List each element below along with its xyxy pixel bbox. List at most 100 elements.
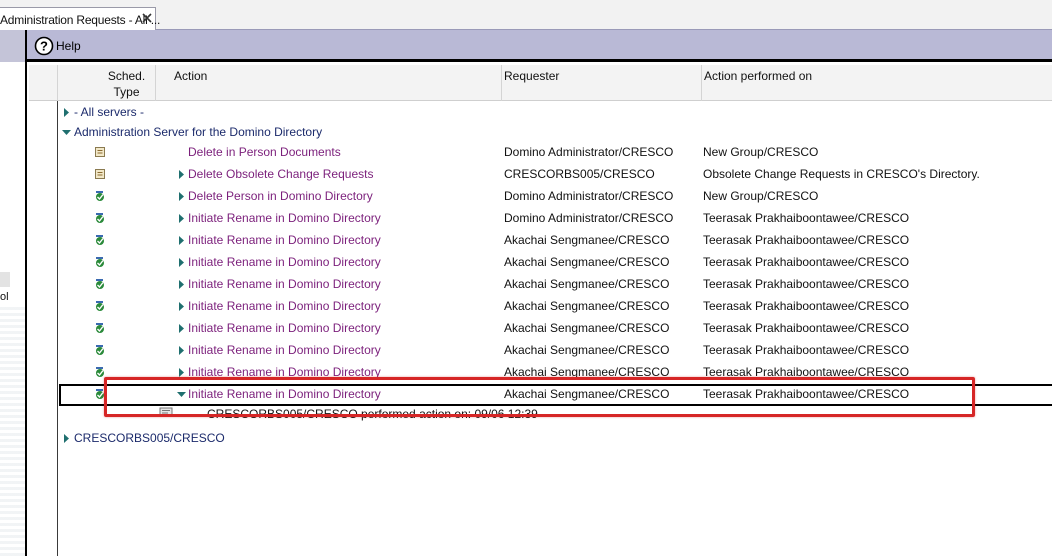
twisty-collapsed-icon[interactable] [177, 368, 186, 377]
requester-cell: Akachai Sengmanee/CRESCO [504, 299, 670, 313]
tab-admin-requests[interactable]: Administration Requests - All ... [0, 7, 160, 31]
table-row[interactable]: Initiate Rename in Domino Directory Akach… [59, 340, 1052, 362]
admin-requests-view: Sched. Type Action Requester Action perf… [29, 65, 1052, 556]
performed-on-cell: Teerasak Prakhaiboontawee/CRESCO [703, 299, 910, 313]
twisty-collapsed-icon[interactable] [62, 434, 71, 443]
navigator-item-label[interactable]: ol [0, 291, 9, 303]
table-row[interactable]: Initiate Rename in Domino Directory Akach… [59, 230, 1052, 252]
twisty-collapsed-icon[interactable] [177, 214, 186, 223]
requester-cell: Akachai Sengmanee/CRESCO [504, 343, 670, 357]
scheduled-request-icon [96, 279, 104, 289]
action-bar-left-gutter [0, 30, 27, 62]
twisty-collapsed-icon[interactable] [177, 324, 186, 333]
table-row[interactable]: Delete in Person Documents Domino Adminis… [59, 142, 1052, 164]
category-row[interactable]: - All servers - [59, 102, 1052, 124]
requester-cell: Akachai Sengmanee/CRESCO [504, 387, 670, 401]
column-header-action-performed-on[interactable]: Action performed on [702, 65, 1052, 101]
column-header-bar: Sched. Type Action Requester Action perf… [29, 65, 1052, 101]
table-row[interactable]: Initiate Rename in Domino Directory Domin… [59, 208, 1052, 230]
twisty-expanded-icon[interactable] [62, 128, 71, 137]
tab-strip: Administration Requests - All ... [0, 0, 1052, 31]
scheduled-request-icon [96, 323, 104, 333]
requester-cell: Akachai Sengmanee/CRESCO [504, 255, 670, 269]
twisty-collapsed-icon[interactable] [177, 280, 186, 289]
table-row-selected[interactable]: Initiate Rename in Domino Directory Akach… [59, 384, 1052, 406]
twisty-collapsed-icon[interactable] [177, 192, 186, 201]
table-row[interactable]: Delete Obsolete Change Requests CRESCORBS… [59, 164, 1052, 186]
requester-cell: Akachai Sengmanee/CRESCO [504, 365, 670, 379]
tab-title: Administration Requests - All ... [0, 13, 161, 27]
category-label: - All servers - [74, 105, 145, 119]
scheduled-request-icon [96, 235, 104, 245]
navigator-pane: ol [0, 62, 27, 556]
twisty-collapsed-icon[interactable] [177, 346, 186, 355]
performed-on-cell: New Group/CRESCO [703, 145, 819, 159]
action-cell: Initiate Rename in Domino Directory [188, 255, 381, 269]
requester-cell: Domino Administrator/CRESCO [504, 145, 674, 159]
action-cell: Initiate Rename in Domino Directory [188, 321, 381, 335]
performed-on-cell: New Group/CRESCO [703, 189, 819, 203]
twisty-collapsed-icon[interactable] [177, 302, 186, 311]
scheduled-request-icon [96, 345, 104, 355]
navigator-background-pattern [0, 307, 25, 556]
scheduled-request-icon [96, 301, 104, 311]
column-header-action[interactable]: Action [156, 65, 502, 101]
performed-on-cell: Obsolete Change Requests in CRESCO's Dir… [703, 167, 980, 181]
column-header-requester[interactable]: Requester [502, 65, 702, 101]
twisty-collapsed-icon[interactable] [62, 108, 71, 117]
requester-cell: Domino Administrator/CRESCO [504, 211, 674, 225]
table-row[interactable]: Initiate Rename in Domino Directory Akach… [59, 274, 1052, 296]
response-row[interactable]: CRESCORBS005/CRESCO performed action on:… [59, 406, 1052, 428]
action-cell: Initiate Rename in Domino Directory [188, 277, 381, 291]
table-row[interactable]: Initiate Rename in Domino Directory Akach… [59, 362, 1052, 384]
action-cell: Delete in Person Documents [188, 145, 341, 159]
navigator-selection [0, 272, 10, 287]
close-icon[interactable] [139, 10, 155, 26]
requester-cell: Akachai Sengmanee/CRESCO [504, 321, 670, 335]
requester-cell: CRESCORBS005/CRESCO [504, 167, 655, 181]
response-doc-icon [159, 407, 173, 417]
immediate-request-icon [95, 169, 105, 179]
scheduled-request-icon [96, 389, 104, 399]
performed-on-cell: Teerasak Prakhaiboontawee/CRESCO [703, 365, 910, 379]
response-text: CRESCORBS005/CRESCO performed action on:… [207, 407, 538, 421]
performed-on-cell: Teerasak Prakhaiboontawee/CRESCO [703, 255, 910, 269]
action-cell: Delete Obsolete Change Requests [188, 167, 374, 181]
action-cell: Delete Person in Domino Directory [188, 189, 373, 203]
help-label: Help [56, 39, 81, 53]
twisty-collapsed-icon[interactable] [177, 236, 186, 245]
svg-text:?: ? [40, 39, 48, 54]
immediate-request-icon [95, 147, 105, 157]
action-bar: ? Help [0, 30, 1052, 62]
action-cell: Initiate Rename in Domino Directory [188, 387, 381, 401]
category-row[interactable]: CRESCORBS005/CRESCO [59, 428, 1052, 450]
selection-margin [57, 101, 58, 556]
performed-on-cell: Teerasak Prakhaiboontawee/CRESCO [703, 211, 910, 225]
column-header-margin [29, 65, 58, 101]
twisty-collapsed-icon[interactable] [177, 258, 186, 267]
table-row[interactable]: Initiate Rename in Domino Directory Akach… [59, 318, 1052, 340]
requester-cell: Akachai Sengmanee/CRESCO [504, 277, 670, 291]
category-row[interactable]: Administration Server for the Domino Dir… [59, 122, 1052, 144]
performed-on-cell: Teerasak Prakhaiboontawee/CRESCO [703, 343, 910, 357]
category-label: CRESCORBS005/CRESCO [74, 431, 225, 445]
requester-cell: Domino Administrator/CRESCO [504, 189, 674, 203]
twisty-expanded-icon[interactable] [177, 390, 186, 399]
table-row[interactable]: Initiate Rename in Domino Directory Akach… [59, 296, 1052, 318]
action-cell: Initiate Rename in Domino Directory [188, 211, 381, 225]
scheduled-request-icon [96, 191, 104, 201]
column-header-sched-type[interactable]: Sched. Type [58, 65, 156, 101]
table-row[interactable]: Initiate Rename in Domino Directory Akach… [59, 252, 1052, 274]
twisty-collapsed-icon[interactable] [177, 170, 186, 179]
scheduled-request-icon [96, 367, 104, 377]
scheduled-request-icon [96, 257, 104, 267]
performed-on-cell: Teerasak Prakhaiboontawee/CRESCO [703, 387, 910, 401]
table-row[interactable]: Delete Person in Domino Directory Domino … [59, 186, 1052, 208]
performed-on-cell: Teerasak Prakhaiboontawee/CRESCO [703, 233, 910, 247]
requester-cell: Akachai Sengmanee/CRESCO [504, 233, 670, 247]
action-cell: Initiate Rename in Domino Directory [188, 343, 381, 357]
help-button[interactable]: ? Help [34, 35, 81, 57]
action-cell: Initiate Rename in Domino Directory [188, 233, 381, 247]
scheduled-request-icon [96, 213, 104, 223]
help-icon: ? [34, 36, 54, 56]
